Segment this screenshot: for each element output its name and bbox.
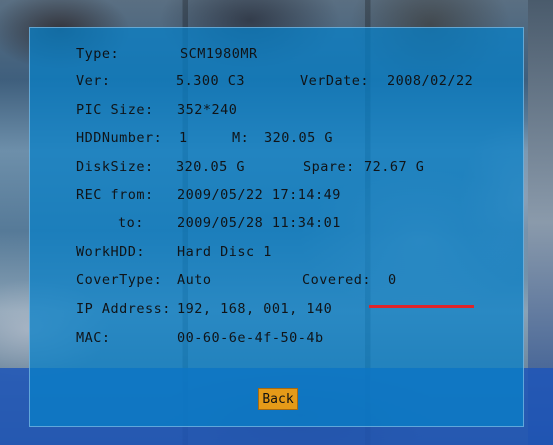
rec-from-value: 2009/05/22 17:14:49 xyxy=(177,187,341,203)
rec-to-label: to: xyxy=(118,215,144,231)
disk-size-value: 320.05 G xyxy=(176,159,246,175)
rec-to-value: 2009/05/28 11:34:01 xyxy=(177,215,341,231)
m-value: 320.05 G xyxy=(264,130,334,146)
covered-label: Covered: xyxy=(302,272,372,288)
covered-value: 0 xyxy=(388,272,397,288)
cover-type-value: Auto xyxy=(177,272,212,288)
type-label: Type: xyxy=(76,46,120,62)
pic-size-label: PIC Size: xyxy=(76,102,154,118)
mac-label: MAC: xyxy=(76,330,111,346)
back-button[interactable]: Back xyxy=(258,388,298,410)
verdate-label: VerDate: xyxy=(300,73,370,89)
mac-value: 00-60-6e-4f-50-4b xyxy=(177,330,324,346)
verdate-value: 2008/02/22 xyxy=(387,73,474,89)
cover-type-label: CoverType: xyxy=(76,272,163,288)
work-hdd-label: WorkHDD: xyxy=(76,244,146,260)
m-label: M: xyxy=(232,130,250,146)
pic-size-value: 352*240 xyxy=(177,102,238,118)
spare-label: Spare: xyxy=(303,159,355,175)
ver-label: Ver: xyxy=(76,73,111,89)
rec-from-label: REC from: xyxy=(76,187,154,203)
hdd-number-label: HDDNumber: xyxy=(76,130,163,146)
work-hdd-value: Hard Disc 1 xyxy=(177,244,272,260)
spare-value: 72.67 G xyxy=(364,159,425,175)
type-value: SCM1980MR xyxy=(180,46,258,62)
hdd-number-value: 1 xyxy=(179,130,188,146)
highlight-underline xyxy=(369,305,474,308)
disk-size-label: DiskSize: xyxy=(76,159,154,175)
ip-address-label: IP Address: xyxy=(76,301,171,317)
ver-value: 5.300 C3 xyxy=(176,73,246,89)
ip-address-value: 192, 168, 001, 140 xyxy=(177,301,333,317)
type-row: Type: xyxy=(76,46,119,62)
